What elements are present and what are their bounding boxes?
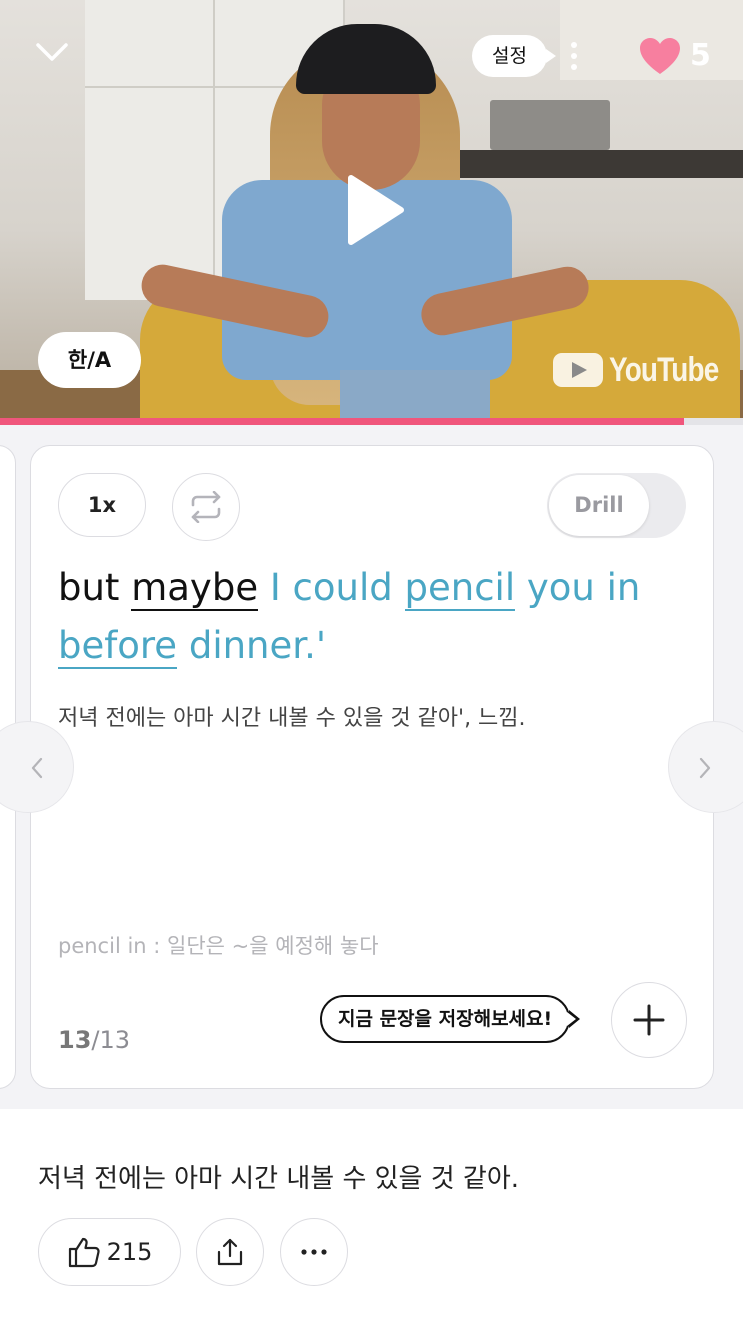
english-sentence: but maybe I could pencil you in before d… [58, 559, 678, 675]
playback-speed-button[interactable]: 1x [58, 473, 146, 537]
sentence-word[interactable]: maybe [131, 566, 259, 611]
hearts-count: 5 [690, 38, 711, 73]
like-button[interactable]: 215 [38, 1218, 181, 1286]
vocab-note: pencil in : 일단은 ~을 예정해 놓다 [58, 934, 379, 958]
chevron-down-icon[interactable] [32, 36, 72, 70]
chevron-right-icon [699, 757, 711, 779]
drill-toggle-label: Drill [549, 475, 649, 536]
video-topbar: 설정 5 [0, 0, 743, 110]
more-horizontal-icon [301, 1249, 327, 1255]
video-progress-bar[interactable] [0, 418, 743, 425]
sentence-word: you in [515, 566, 641, 609]
sentence-word[interactable]: before [58, 624, 178, 669]
full-translation: 저녁 전에는 아마 시간 내볼 수 있을 것 같아. [38, 1164, 520, 1194]
play-icon[interactable] [345, 172, 407, 248]
video-progress-fill [0, 418, 684, 425]
video-person-jeans [340, 370, 490, 418]
page-counter: 13/13 [58, 1026, 130, 1054]
youtube-watermark: YouTube [609, 350, 719, 389]
like-count: 215 [106, 1238, 153, 1266]
sentence-word: I could [258, 566, 405, 609]
language-toggle-button[interactable]: 한/A [38, 332, 141, 388]
settings-button[interactable]: 설정 [472, 35, 556, 77]
korean-translation: 저녁 전에는 아마 시간 내볼 수 있을 것 같아', 느낌. [58, 706, 526, 731]
repeat-icon [191, 491, 221, 523]
sentence-word[interactable]: pencil [404, 566, 516, 611]
thumbs-up-icon [68, 1237, 100, 1268]
plus-icon [633, 1004, 665, 1036]
video-counter [440, 150, 743, 178]
more-vertical-icon[interactable] [562, 40, 586, 72]
sentence-card: 1x Drill but maybe I could pencil you in… [30, 445, 714, 1089]
youtube-play-box [553, 353, 603, 387]
repeat-button[interactable] [172, 473, 240, 541]
youtube-logo-icon: YouTube [553, 350, 742, 389]
share-button[interactable] [196, 1218, 264, 1286]
video-player[interactable]: 설정 5 한/A YouTube [0, 0, 743, 418]
chevron-left-icon [31, 757, 43, 779]
share-icon [217, 1238, 243, 1266]
page-current: 13 [58, 1026, 92, 1054]
save-sentence-button[interactable] [611, 982, 687, 1058]
sentence-word: dinner.' [177, 624, 327, 667]
more-options-button[interactable] [280, 1218, 348, 1286]
sentence-word: but [58, 566, 132, 609]
save-prompt-tooltip: 지금 문장을 저장해보세요! [320, 995, 581, 1043]
sentence-card-area: 1x Drill but maybe I could pencil you in… [0, 425, 743, 1109]
page-total: /13 [91, 1026, 131, 1054]
drill-toggle[interactable]: Drill [547, 473, 686, 538]
heart-icon [640, 38, 680, 74]
